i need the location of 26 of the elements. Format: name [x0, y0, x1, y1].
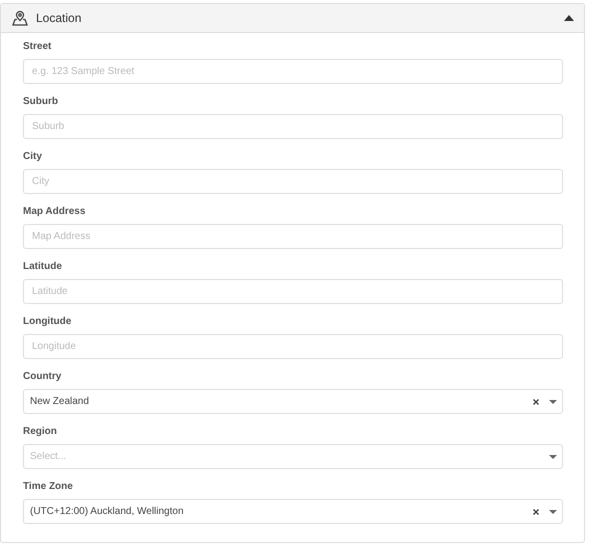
field-label: Map Address — [23, 205, 86, 218]
text-field[interactable]: e.g. 123 Sample Street — [23, 59, 563, 84]
collapse-caret-icon[interactable] — [564, 15, 574, 21]
dropdown-caret-icon[interactable] — [549, 510, 557, 514]
select-field[interactable]: New Zealand — [23, 389, 563, 414]
clear-icon[interactable] — [533, 508, 539, 514]
clear-icon[interactable] — [533, 398, 539, 404]
field-label: Time Zone — [23, 480, 74, 493]
panel-header[interactable]: Location — [1, 4, 584, 33]
field-label: Suburb — [23, 95, 59, 108]
field-label: Region — [23, 425, 58, 438]
field-label: Latitude — [23, 260, 63, 273]
map-pin-icon — [12, 10, 28, 26]
text-field[interactable]: Map Address — [23, 224, 563, 249]
dropdown-caret-icon[interactable] — [549, 454, 557, 458]
dropdown-caret-icon[interactable] — [549, 400, 557, 404]
panel-title: Location — [36, 11, 82, 25]
text-field[interactable]: City — [23, 169, 563, 194]
text-field[interactable]: Latitude — [23, 279, 563, 304]
field-label: Longitude — [23, 315, 72, 328]
field-label: Street — [23, 40, 52, 53]
text-field[interactable]: Suburb — [23, 114, 563, 139]
select-field[interactable]: (UTC+12:00) Auckland, Wellington — [23, 499, 563, 524]
field-label: City — [23, 150, 43, 163]
text-field[interactable]: Longitude — [23, 334, 563, 359]
field-label: Country — [23, 370, 62, 383]
